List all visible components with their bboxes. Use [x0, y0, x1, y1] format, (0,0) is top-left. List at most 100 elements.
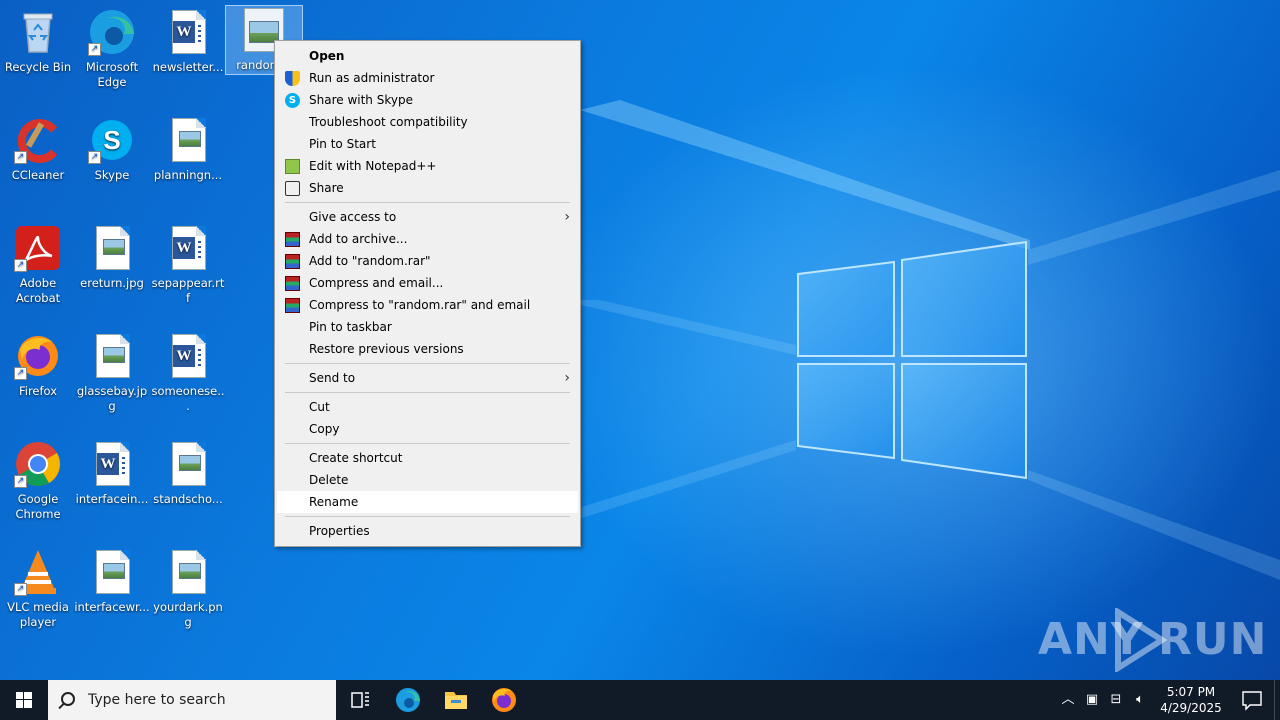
icon-label: Skype	[94, 168, 130, 182]
menu-item-edit-with-notepadpp[interactable]: Edit with Notepad++	[275, 155, 580, 177]
menu-item-copy[interactable]: Copy	[275, 418, 580, 440]
volume-button[interactable]: 🔈︎	[1128, 680, 1152, 720]
menu-separator	[285, 392, 570, 393]
word-document-icon: W	[88, 440, 136, 488]
icon-label: interfacein...	[75, 492, 149, 506]
menu-item-cut[interactable]: Cut	[275, 396, 580, 418]
shortcut-arrow-icon: ↗	[14, 583, 27, 596]
meet-now-button[interactable]: ▣	[1080, 680, 1104, 720]
taskbar-edge-button[interactable]	[384, 680, 432, 720]
edge-icon	[396, 688, 420, 712]
menu-item-give-access-to[interactable]: Give access to ›	[275, 206, 580, 228]
acrobat-icon: ↗	[14, 224, 62, 272]
desktop-icon-google-chrome[interactable]: ↗ Google Chrome	[0, 440, 76, 522]
word-document-icon: W	[164, 332, 212, 380]
image-file-icon	[164, 548, 212, 596]
edge-icon: ↗	[88, 8, 136, 56]
show-hidden-icons-button[interactable]: ︿	[1056, 680, 1080, 720]
menu-item-compress-to-rar-and-email[interactable]: Compress to "random.rar" and email	[275, 294, 580, 316]
menu-item-add-to-archive[interactable]: Add to archive...	[275, 228, 580, 250]
taskbar: Type here to search ︿ ▣ ⊟ 🔈︎ 5:07 PM 4/2…	[0, 680, 1280, 720]
desktop-icon-recycle-bin[interactable]: Recycle Bin	[0, 8, 76, 75]
chevron-up-icon: ︿	[1061, 692, 1075, 707]
system-tray: ︿ ▣ ⊟ 🔈︎ 5:07 PM 4/29/2025	[1056, 680, 1280, 720]
desktop-icon-standscho[interactable]: standscho...	[150, 440, 226, 507]
desktop-icon-someonese[interactable]: W someonese...	[150, 332, 226, 414]
winrar-icon	[285, 232, 300, 247]
menu-item-share[interactable]: Share	[275, 177, 580, 199]
recycle-bin-icon	[14, 8, 62, 56]
image-file-icon	[88, 332, 136, 380]
desktop-icon-skype[interactable]: S ↗ Skype	[74, 116, 150, 183]
menu-item-label: Open	[309, 49, 345, 63]
desktop-icon-interfacein[interactable]: W interfacein...	[74, 440, 150, 507]
desktop-icon-interfacewr[interactable]: interfacewr...	[74, 548, 150, 615]
desktop-icon-adobe-acrobat[interactable]: ↗ Adobe Acrobat	[0, 224, 76, 306]
taskbar-firefox-button[interactable]	[480, 680, 528, 720]
skype-icon: S	[285, 93, 300, 108]
menu-item-label: Delete	[309, 473, 349, 487]
icon-label: CCleaner	[11, 168, 65, 182]
menu-item-open[interactable]: Open	[275, 45, 580, 67]
menu-item-run-as-administrator[interactable]: Run as administrator	[275, 67, 580, 89]
icon-label: Recycle Bin	[4, 60, 72, 74]
desktop-icon-glassebay[interactable]: glassebay.jpg	[74, 332, 150, 414]
clock-date: 4/29/2025	[1160, 701, 1222, 715]
menu-item-rename[interactable]: Rename	[277, 491, 578, 513]
menu-item-label: Create shortcut	[309, 451, 403, 465]
menu-item-properties[interactable]: Properties	[275, 520, 580, 542]
chevron-right-icon: ›	[564, 209, 570, 225]
desktop-icon-ereturn[interactable]: ereturn.jpg	[74, 224, 150, 291]
menu-item-compress-and-email[interactable]: Compress and email...	[275, 272, 580, 294]
word-document-icon: W	[164, 224, 212, 272]
watermark-text-right: RUN	[1158, 614, 1268, 665]
desktop-icon-ccleaner[interactable]: ↗ CCleaner	[0, 116, 76, 183]
shortcut-arrow-icon: ↗	[14, 259, 27, 272]
menu-item-delete[interactable]: Delete	[275, 469, 580, 491]
menu-item-pin-to-start[interactable]: Pin to Start	[275, 133, 580, 155]
taskbar-search-box[interactable]: Type here to search	[48, 680, 336, 720]
taskbar-clock[interactable]: 5:07 PM 4/29/2025	[1152, 684, 1230, 716]
network-button[interactable]: ⊟	[1104, 680, 1128, 720]
menu-item-restore-previous-versions[interactable]: Restore previous versions	[275, 338, 580, 360]
speaker-icon: 🔈︎	[1136, 692, 1144, 707]
desktop-icon-sepappear[interactable]: W sepappear.rtf	[150, 224, 226, 306]
desktop-icon-firefox[interactable]: ↗ Firefox	[0, 332, 76, 399]
desktop-icon-planningn[interactable]: planningn...	[150, 116, 226, 183]
desktop-icon-newsletter[interactable]: W newsletter...	[150, 8, 226, 75]
desktop-icon-yourdark[interactable]: yourdark.png	[150, 548, 226, 630]
menu-item-label: Troubleshoot compatibility	[309, 115, 468, 129]
shortcut-arrow-icon: ↗	[88, 43, 101, 56]
menu-item-label: Add to "random.rar"	[309, 254, 431, 268]
icon-label: standscho...	[153, 492, 223, 506]
menu-item-send-to[interactable]: Send to ›	[275, 367, 580, 389]
menu-item-add-to-random-rar[interactable]: Add to "random.rar"	[275, 250, 580, 272]
show-desktop-button[interactable]	[1274, 680, 1280, 720]
menu-item-share-with-skype[interactable]: S Share with Skype	[275, 89, 580, 111]
icon-label: Adobe Acrobat	[15, 276, 61, 305]
desktop-icon-vlc[interactable]: ↗ VLC media player	[0, 548, 76, 630]
winrar-icon	[285, 254, 300, 269]
ccleaner-icon: ↗	[14, 116, 62, 164]
menu-separator	[285, 363, 570, 364]
taskbar-file-explorer-button[interactable]	[432, 680, 480, 720]
start-button[interactable]	[0, 680, 48, 720]
task-view-button[interactable]	[336, 680, 384, 720]
skype-icon: S ↗	[88, 116, 136, 164]
notepadpp-icon	[285, 159, 300, 174]
shield-icon	[285, 71, 300, 86]
word-document-icon: W	[164, 8, 212, 56]
icon-label: someonese...	[151, 384, 225, 413]
icon-label: Microsoft Edge	[85, 60, 139, 89]
icon-label: interfacewr...	[74, 600, 150, 614]
share-icon	[285, 181, 300, 196]
desktop-icon-microsoft-edge[interactable]: ↗ Microsoft Edge	[74, 8, 150, 90]
menu-item-troubleshoot-compatibility[interactable]: Troubleshoot compatibility	[275, 111, 580, 133]
camera-icon: ▣	[1085, 692, 1099, 707]
menu-item-pin-to-taskbar[interactable]: Pin to taskbar	[275, 316, 580, 338]
shortcut-arrow-icon: ↗	[14, 367, 27, 380]
menu-item-label: Copy	[309, 422, 340, 436]
svg-text:S: S	[103, 125, 120, 155]
action-center-button[interactable]	[1230, 680, 1274, 720]
menu-item-create-shortcut[interactable]: Create shortcut	[275, 447, 580, 469]
